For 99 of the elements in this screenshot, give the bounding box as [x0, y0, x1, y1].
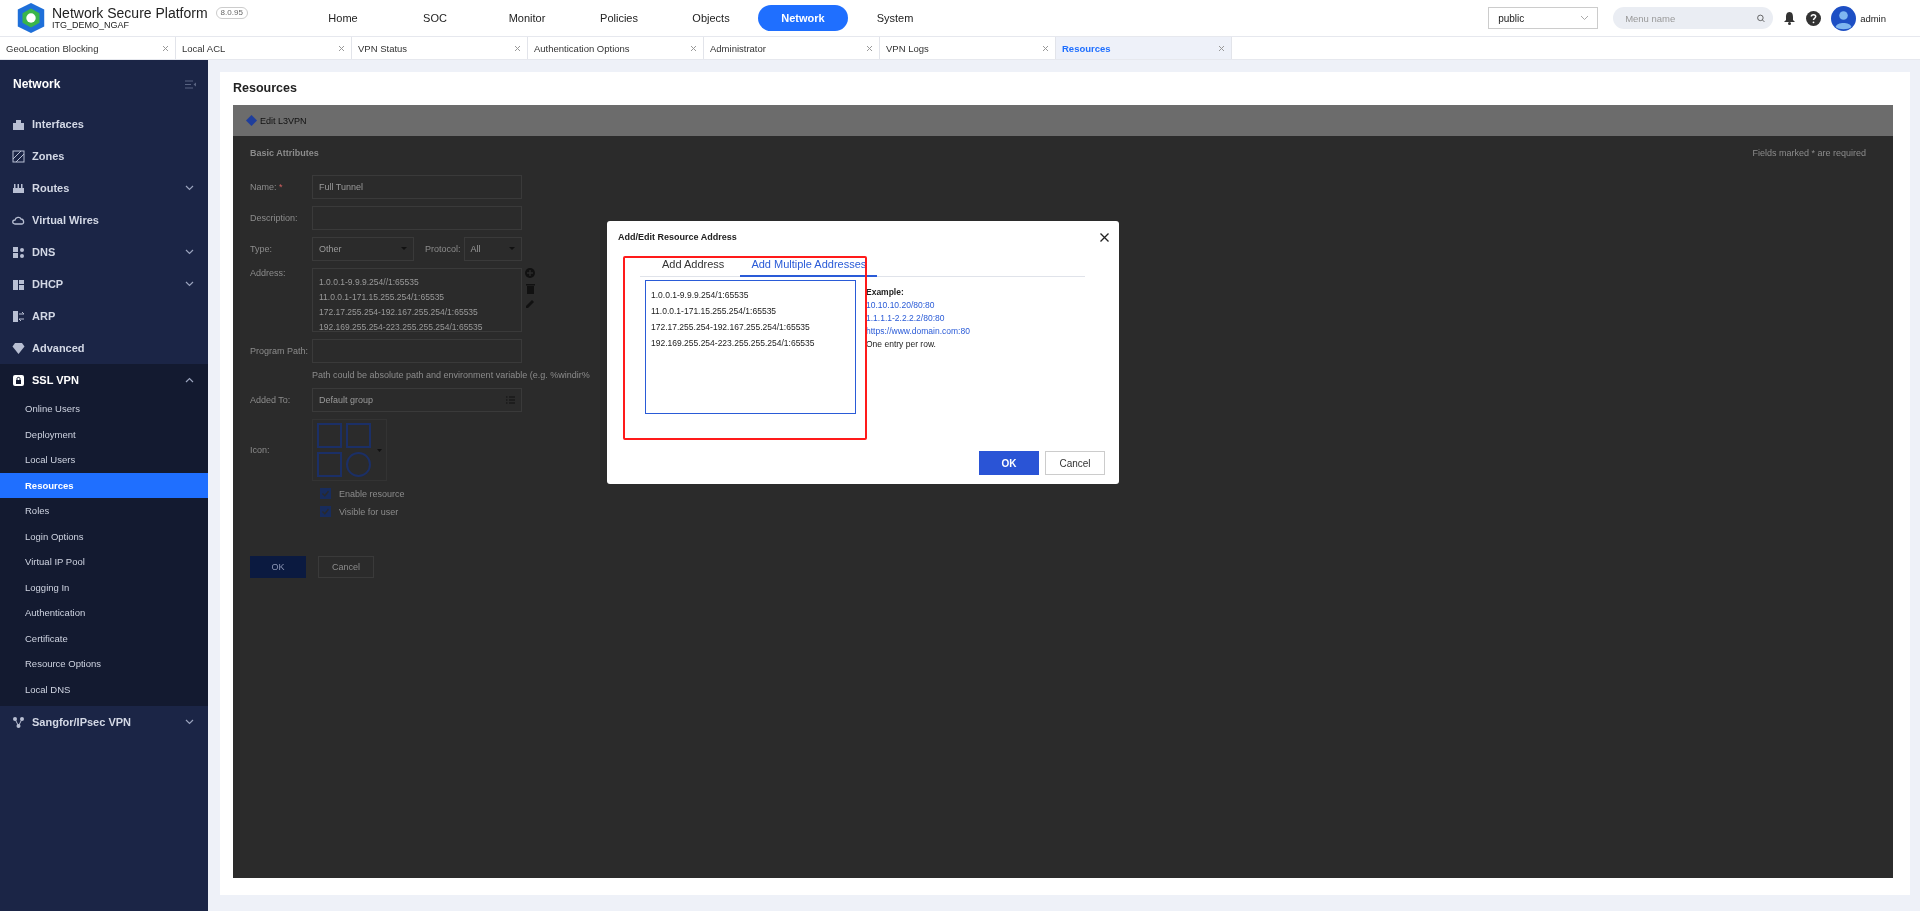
- server-rack-icon: [12, 277, 25, 291]
- type-select[interactable]: Other: [312, 237, 414, 261]
- address-list-field[interactable]: 1.0.0.1-9.9.9.254//1:65535 11.0.0.1-171.15.255.254/1:65535 172.17.255.254-192.167.255.254/1:65535 192.169.255.254-223.255.255.254/1:65535: [312, 268, 522, 332]
- server-nodes-icon: [12, 245, 25, 259]
- sidebar-item[interactable]: Routes: [0, 172, 208, 204]
- nav-tab[interactable]: System: [850, 5, 940, 31]
- required-note: Fields marked * are required: [1752, 148, 1866, 158]
- domain-select[interactable]: public: [1488, 7, 1599, 29]
- chevron-up-icon: [185, 377, 194, 383]
- name-input-field[interactable]: Full Tunnel: [312, 175, 522, 199]
- search-input[interactable]: Menu name: [1623, 11, 1758, 25]
- user-name[interactable]: admin: [1860, 12, 1886, 24]
- sidebar-item[interactable]: DNS: [0, 236, 208, 268]
- hatched-square-icon: [12, 149, 25, 163]
- addresses-input-field[interactable]: 1.0.0.1-9.9.9.254/1:65535 11.0.0.1-171.15.255.254/1:65535 172.17.255.254-192.167.255.254/1:65535 192.169.255.254-223.255.255.254/1:65535: [645, 280, 856, 414]
- example-value: 10.10.10.20/80:80: [866, 299, 936, 312]
- checkbox[interactable]: [320, 506, 331, 517]
- field-label: Icon:: [250, 445, 271, 455]
- shapes-icon: [316, 422, 372, 478]
- nav-tab[interactable]: Policies: [574, 5, 664, 31]
- menu-search-field[interactable]: Menu name: [1613, 7, 1774, 29]
- sidebar-subitem[interactable]: Login Options: [0, 523, 208, 549]
- field-label: Program Path:: [250, 346, 310, 356]
- field-label: Protocol:: [425, 244, 461, 254]
- dialog-tab[interactable]: Add Address: [651, 258, 736, 277]
- lock-icon: [12, 373, 25, 387]
- field-label: Added To:: [250, 395, 292, 405]
- nav-tab[interactable]: Monitor: [482, 5, 572, 31]
- dialog-title: Add/Edit Resource Address: [618, 232, 737, 242]
- protocol-select[interactable]: All: [463, 237, 522, 261]
- sidebar-subitem[interactable]: Roles: [0, 498, 208, 524]
- table-arrows-icon: [12, 309, 25, 323]
- collapse-menu-icon[interactable]: [185, 79, 196, 89]
- field-label: Name: *: [250, 182, 284, 192]
- sidebar-item[interactable]: DHCP: [0, 268, 208, 300]
- sidebar-title: Network: [13, 77, 61, 91]
- panel-title: Edit L3VPN: [260, 115, 307, 126]
- checkbox-label: Visible for user: [339, 506, 399, 517]
- cancel-button[interactable]: Cancel: [1045, 451, 1105, 475]
- sidebar-subitem[interactable]: Logging In: [0, 574, 208, 600]
- cancel-button[interactable]: Cancel: [318, 556, 374, 578]
- ok-button[interactable]: OK: [250, 556, 306, 578]
- hint-text: Path could be absolute path and environment variable (e.g. %windir%: [312, 370, 591, 381]
- chevron-down-icon: [185, 185, 194, 191]
- chevron-down-icon: [185, 249, 194, 255]
- page-tab[interactable]: Resources: [1056, 37, 1232, 59]
- page-tab[interactable]: Authentication Options: [528, 37, 704, 59]
- field-label: Type:: [250, 244, 273, 254]
- chevron-down-icon: [185, 719, 194, 725]
- help-icon[interactable]: [1806, 10, 1822, 26]
- page-tab[interactable]: Local ACL: [176, 37, 352, 59]
- device-name: ITG_DEMO_NGAF: [52, 21, 130, 30]
- field-label: Address:: [250, 268, 287, 278]
- example-heading: Example:: [866, 286, 905, 299]
- sidebar-item[interactable]: Interfaces: [0, 108, 208, 140]
- sidebar-item[interactable]: Zones: [0, 140, 208, 172]
- sidebar-subitem[interactable]: Virtual IP Pool: [0, 549, 208, 575]
- sidebar-subitem[interactable]: Online Users: [0, 396, 208, 422]
- search-icon: [1757, 11, 1766, 25]
- sidebar-item[interactable]: Virtual Wires: [0, 204, 208, 236]
- page-tab[interactable]: VPN Status: [352, 37, 528, 59]
- chevron-down-icon: [1580, 15, 1590, 21]
- sidebar-subitem[interactable]: Certificate: [0, 625, 208, 651]
- bell-icon[interactable]: [1783, 11, 1797, 25]
- sidebar-subitem[interactable]: Resource Options: [0, 651, 208, 677]
- chevron-down-icon: [185, 281, 194, 287]
- sidebar-item[interactable]: SSL VPN: [0, 364, 208, 396]
- diamond-icon: [246, 115, 257, 126]
- nav-tab[interactable]: Objects: [666, 5, 756, 31]
- nodes-icon: [12, 715, 25, 729]
- page-tab[interactable]: Administrator: [704, 37, 880, 59]
- sidebar-subitem[interactable]: Resources: [0, 472, 208, 498]
- checkbox[interactable]: [320, 488, 331, 499]
- sidebar-subitem[interactable]: Deployment: [0, 421, 208, 447]
- page-title: Resources: [233, 81, 298, 95]
- nav-tab[interactable]: Network: [758, 5, 848, 31]
- network-port-icon: [12, 117, 25, 131]
- sidebar-subitem[interactable]: Authentication: [0, 600, 208, 626]
- sidebar-subitem[interactable]: Local DNS: [0, 676, 208, 702]
- sidebar-item[interactable]: Advanced: [0, 332, 208, 364]
- page-tab[interactable]: GeoLocation Blocking: [0, 37, 176, 59]
- diamond-icon: [12, 341, 25, 355]
- field-label: Description:: [250, 213, 299, 223]
- example-value: 1.1.1.1-2.2.2.2/80:80: [866, 312, 946, 325]
- sidebar-subitem[interactable]: Local Users: [0, 447, 208, 473]
- group-select[interactable]: Default group: [312, 388, 522, 412]
- close-icon[interactable]: [1100, 232, 1109, 242]
- example-value: https://www.domain.com:80: [866, 325, 970, 338]
- router-icon: [12, 181, 25, 195]
- section-heading: Basic Attributes: [250, 148, 319, 158]
- sidebar-item[interactable]: ARP: [0, 300, 208, 332]
- product-title: Network Secure Platform: [52, 6, 208, 20]
- ok-button[interactable]: OK: [979, 451, 1039, 475]
- dialog-tab[interactable]: Add Multiple Addresses: [740, 258, 878, 277]
- sidebar-item[interactable]: Sangfor/IPsec VPN: [0, 706, 208, 738]
- nav-tab[interactable]: Home: [298, 5, 388, 31]
- nav-tab[interactable]: SOC: [390, 5, 480, 31]
- checkbox-label: Enable resource: [339, 488, 405, 499]
- avatar-icon[interactable]: [1831, 5, 1857, 31]
